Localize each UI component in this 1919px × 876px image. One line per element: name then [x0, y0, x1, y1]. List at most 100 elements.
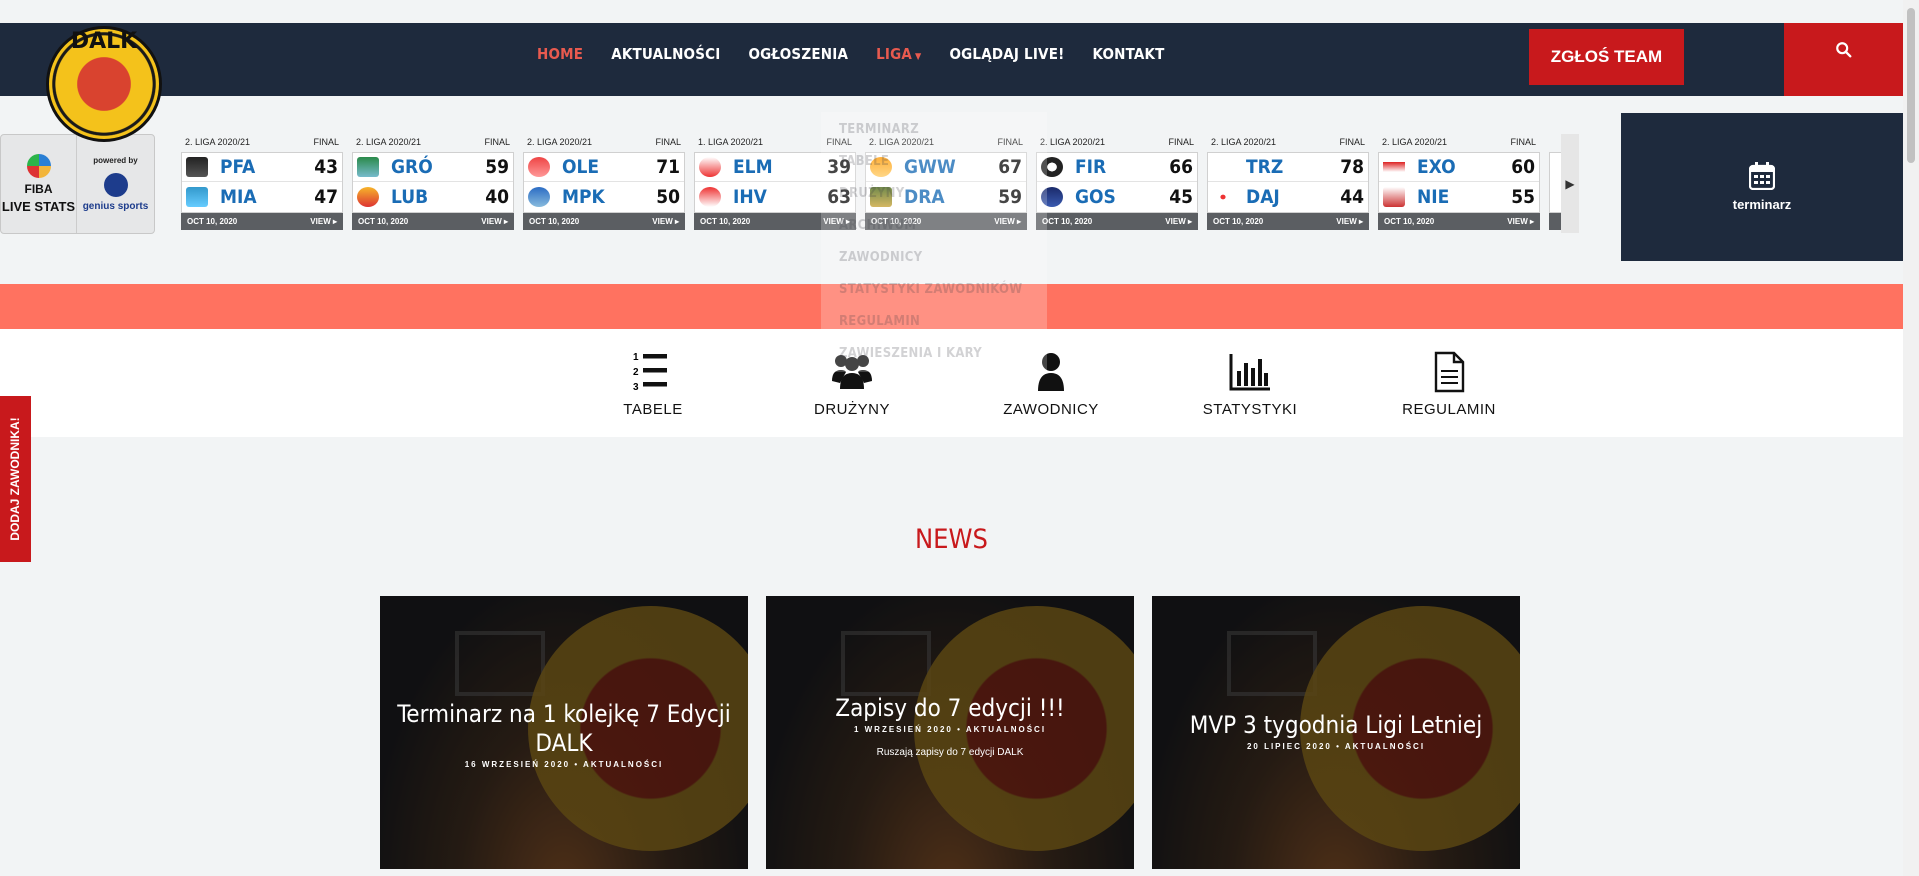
team-row: GOS 45 — [1037, 182, 1197, 211]
nav-ogloszenia[interactable]: OGŁOSZENIA — [748, 45, 848, 63]
game-date: OCT 10, 2020 — [187, 217, 238, 226]
calendar-icon — [1749, 162, 1775, 190]
news-title[interactable]: MVP 3 tygodnia Ligi Letniej — [1162, 711, 1510, 740]
dropdown-item-statystyki[interactable]: STATYSTYKI ZAWODNIKÓW — [839, 282, 1023, 297]
news-meta: 1 WRZESIEŃ 2020 • AKTUALNOŚCI — [853, 725, 1047, 734]
team-logo-icon — [528, 186, 550, 207]
dropdown-item-terminarz[interactable]: TERMINARZ — [839, 122, 919, 137]
league-label: 1. LIGA 2020/21 — [698, 137, 764, 147]
team-name[interactable]: PFA — [220, 156, 302, 178]
card-body: MVP 3 tygodnia Ligi Letniej 20 LIPIEC 20… — [1162, 711, 1510, 751]
team-score: 55 — [1511, 185, 1535, 208]
dropdown-item-regulamin[interactable]: REGULAMIN — [839, 314, 920, 329]
nav-kontakt[interactable]: KONTAKT — [1092, 45, 1164, 63]
fiba-label: FIBA — [24, 182, 53, 196]
news-heading: NEWS — [915, 524, 988, 555]
team-name[interactable]: FIR — [1075, 156, 1157, 178]
card-body: Zapisy do 7 edycji !!! 1 WRZESIEŃ 2020 •… — [776, 694, 1124, 758]
news-title[interactable]: Zapisy do 7 edycji !!! — [776, 694, 1124, 723]
game-footer: OCT 10, 2020 VIEW ▸ — [352, 213, 514, 230]
scroll-right-arrow-icon[interactable]: ▶ — [1561, 134, 1579, 233]
news-title[interactable]: Terminarz na 1 kolejkę 7 Edycji DALK — [390, 700, 738, 758]
game-card[interactable]: 2. LIGA 2020/21 FINAL EXO 60 NIE 55 OCT 10,… — [1378, 134, 1540, 235]
dropdown-item-zawieszenia[interactable]: ZAWIESZENIA I KARY — [839, 346, 982, 361]
dalk-logo[interactable]: DALK — [46, 26, 162, 142]
team-name[interactable]: TRZ — [1246, 156, 1328, 178]
dropdown-item-zawodnicy[interactable]: ZAWODNICY — [839, 250, 922, 265]
live-stats-label: LIVE STATS — [1, 199, 76, 214]
game-card[interactable]: 2. LIGA 2020/21 FINAL GRÓ 59 LUB 40 OCT 10,… — [352, 134, 514, 235]
game-card[interactable]: 2. LIGA 2020/21 FINAL TRZ 78 DAJ 44 OCT 10,… — [1207, 134, 1369, 235]
team-score: 71 — [656, 156, 680, 178]
team-name[interactable]: LUB — [391, 186, 473, 208]
league-label: 2. LIGA 2020/21 — [1382, 137, 1448, 147]
view-link[interactable]: VIEW ▸ — [1507, 217, 1534, 226]
team-score: 66 — [1169, 156, 1193, 178]
team-logo-icon — [699, 157, 721, 177]
team-name[interactable]: DAJ — [1246, 186, 1328, 208]
team-name[interactable]: MIA — [220, 186, 302, 208]
news-card[interactable]: Terminarz na 1 kolejkę 7 Edycji DALK 16 … — [380, 596, 748, 869]
game-date: OCT 10, 2020 — [1213, 217, 1264, 226]
game-teams: PFA 43 MIA 47 — [181, 152, 343, 213]
news-meta: 20 LIPIEC 2020 • AKTUALNOŚCI — [1246, 742, 1426, 751]
fiba-ball-icon — [26, 154, 51, 178]
zglos-team-button[interactable]: ZGŁOŚ TEAM — [1529, 29, 1684, 85]
document-icon — [1434, 351, 1465, 393]
quick-link-label: REGULAMIN — [1402, 401, 1496, 418]
team-name[interactable]: IHV — [733, 186, 815, 208]
team-row: MIA 47 — [182, 182, 342, 211]
game-date: OCT 10, 2020 — [1042, 217, 1093, 226]
game-card[interactable]: 2. LIGA 2020/21 FINAL FIR 66 GOS 45 OCT 10,… — [1036, 134, 1198, 235]
team-row: TRZ 78 — [1208, 153, 1368, 182]
team-name[interactable]: MPK — [562, 186, 644, 208]
view-link[interactable]: VIEW ▸ — [1336, 217, 1363, 226]
quick-link-regulamin[interactable]: REGULAMIN — [1379, 351, 1519, 418]
team-name[interactable]: NIE — [1417, 186, 1499, 208]
view-link[interactable]: VIEW ▸ — [652, 217, 679, 226]
team-logo-icon — [357, 157, 379, 177]
team-row: MPK 50 — [524, 182, 684, 211]
nav-liga[interactable]: LIGA ▼ — [876, 45, 921, 63]
nav-home[interactable]: HOME — [537, 45, 583, 63]
team-logo-icon — [186, 157, 208, 177]
quick-link-statystyki[interactable]: STATYSTYKI — [1180, 351, 1320, 418]
genius-sports-logo-icon — [103, 173, 128, 197]
page-scrollbar[interactable] — [1903, 0, 1919, 876]
scrollbar-thumb[interactable] — [1907, 8, 1915, 163]
team-logo-icon — [357, 186, 379, 207]
nav-aktualnosci[interactable]: AKTUALNOŚCI — [611, 45, 720, 63]
dropdown-item-druzyny[interactable]: DRUŻYNY — [839, 186, 905, 201]
team-name[interactable]: GOS — [1075, 186, 1157, 208]
game-card[interactable]: 2. LIGA 2020/21 FINAL PFA 43 MIA 47 OCT 10,… — [181, 134, 343, 235]
quick-link-tabele[interactable]: 1 2 3 TABELE — [583, 351, 723, 418]
dropdown-item-tabele[interactable]: TABELE — [839, 154, 889, 169]
search-button[interactable] — [1784, 23, 1903, 96]
fiba-livestats-widget[interactable]: FIBA LIVE STATS powered by genius sports — [0, 134, 155, 234]
team-name[interactable]: EXO — [1417, 156, 1499, 178]
terminarz-button[interactable]: terminarz — [1621, 113, 1903, 261]
quick-link-label: STATYSTYKI — [1202, 401, 1298, 418]
team-score: 43 — [314, 156, 338, 178]
team-logo-icon — [1212, 186, 1234, 207]
nav-ogladaj-live[interactable]: OGLĄDAJ LIVE! — [949, 45, 1064, 63]
team-name[interactable]: GRÓ — [391, 156, 473, 178]
svg-text:2: 2 — [633, 367, 639, 378]
view-link[interactable]: VIEW ▸ — [310, 217, 337, 226]
side-tab-label: DODAJ ZAWODNIKA! — [8, 417, 22, 541]
team-name[interactable]: OLE — [562, 156, 644, 178]
view-link[interactable]: VIEW ▸ — [1165, 217, 1192, 226]
game-card[interactable]: 2. LIGA 2020/21 FINAL OLE 71 MPK 50 OCT 10,… — [523, 134, 685, 235]
team-name[interactable]: ELM — [733, 156, 815, 178]
view-link[interactable]: VIEW ▸ — [481, 217, 508, 226]
league-label: 2. LIGA 2020/21 — [1040, 137, 1106, 147]
team-row: GRÓ 59 — [353, 153, 513, 182]
team-score: 60 — [1511, 156, 1535, 178]
news-card[interactable]: Zapisy do 7 edycji !!! 1 WRZESIEŃ 2020 •… — [766, 596, 1134, 869]
game-date: OCT 10, 2020 — [700, 217, 751, 226]
dropdown-item-archiwum[interactable]: ARCHIWUM — [839, 218, 916, 233]
game-header: 2. LIGA 2020/21 FINAL — [1036, 134, 1198, 152]
chevron-down-icon: ▼ — [915, 52, 922, 62]
game-teams: EXO 60 NIE 55 — [1378, 152, 1540, 213]
news-card[interactable]: MVP 3 tygodnia Ligi Letniej 20 LIPIEC 20… — [1152, 596, 1520, 869]
